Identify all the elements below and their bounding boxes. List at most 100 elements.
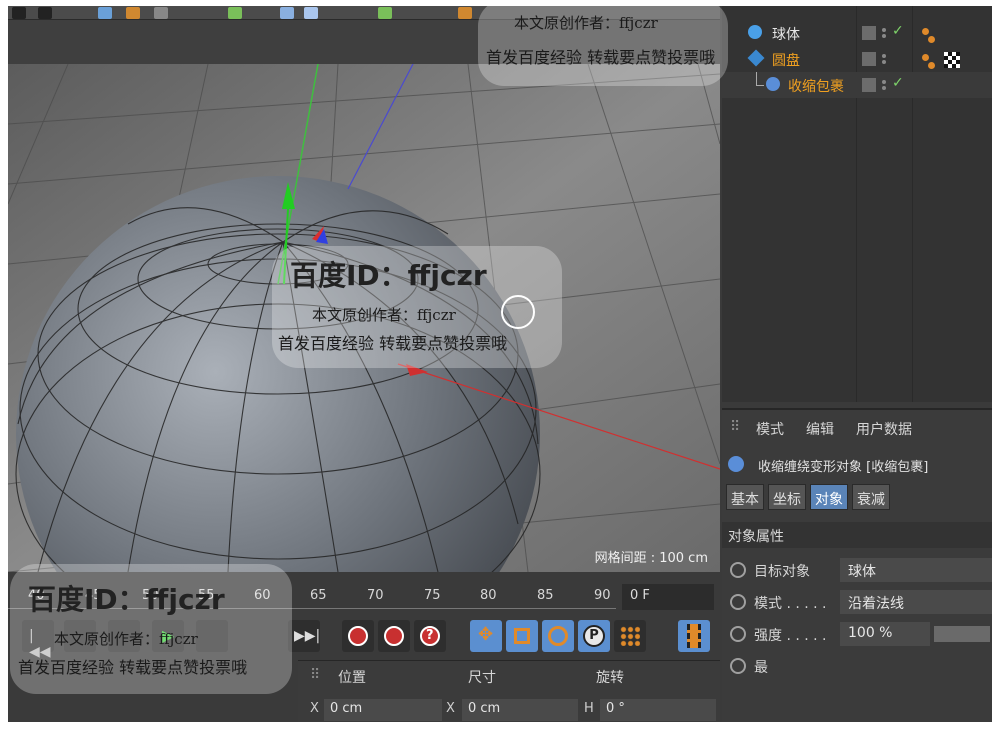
autokey-button[interactable] bbox=[378, 620, 410, 652]
strength-field[interactable]: 100 % bbox=[840, 622, 930, 646]
watermark-notice: 首发百度经验 转载要点赞投票哦 bbox=[18, 658, 248, 677]
rotate-tool-button[interactable] bbox=[542, 620, 574, 652]
watermark: 本文原创作者：ffjczr 首发百度经验 转载要点赞投票哦 bbox=[478, 0, 728, 86]
prop-strength: 强度 . . . . . 100 % bbox=[722, 620, 992, 648]
tool-icon[interactable] bbox=[280, 7, 294, 19]
tool-icon[interactable] bbox=[378, 7, 392, 19]
visibility-dots-icon[interactable] bbox=[882, 52, 886, 66]
watermark-id: 百度ID：ffjczr bbox=[290, 259, 487, 292]
prop-max: 最 bbox=[722, 652, 992, 680]
sphere-icon bbox=[748, 25, 762, 39]
watermark-notice: 首发百度经验 转载要点赞投票哦 bbox=[486, 48, 716, 67]
tool-icon[interactable] bbox=[126, 7, 140, 19]
axis-label: X bbox=[310, 701, 319, 716]
x-size-field[interactable]: 0 cm bbox=[462, 699, 578, 721]
mode-dropdown[interactable]: 沿着法线 bbox=[840, 590, 992, 614]
grip-icon: ⠿ bbox=[310, 667, 321, 683]
watermark-id: 百度ID：ffjczr bbox=[28, 583, 225, 616]
material-tag-icon bbox=[928, 36, 935, 43]
grid-spacing-label: 网格间距 : 100 cm bbox=[594, 551, 708, 566]
visibility-dots-icon[interactable] bbox=[882, 78, 886, 92]
target-object-field[interactable]: 球体 bbox=[840, 558, 992, 582]
watermark: 百度ID：ffjczr 本文原创作者：ffjczr 首发百度经验 转载要点赞投票… bbox=[10, 564, 292, 694]
prop-target: 目标对象 球体 bbox=[722, 556, 992, 584]
layer-icon[interactable] bbox=[862, 78, 876, 92]
tree-line bbox=[756, 72, 764, 86]
animate-radio[interactable] bbox=[730, 594, 746, 610]
scale-tool-button[interactable] bbox=[506, 620, 538, 652]
timeline-tick: 70 bbox=[367, 588, 384, 603]
menu-user-data[interactable]: 用户数据 bbox=[856, 419, 912, 439]
object-row-disc[interactable]: 圆盘 bbox=[722, 46, 992, 72]
tool-icon[interactable] bbox=[154, 7, 168, 19]
object-name: 收缩包裹 bbox=[788, 79, 844, 95]
object-manager: 球体 ✓ 圆盘 收缩包裹 ✓ bbox=[722, 6, 992, 402]
tool-icon[interactable] bbox=[228, 7, 242, 19]
object-row-shrinkwrap[interactable]: 收缩包裹 ✓ bbox=[722, 72, 992, 98]
watermark: 百度ID：ffjczr 本文原创作者：ffjczr 首发百度经验 转载要点赞投票… bbox=[272, 246, 562, 368]
point-level-button[interactable] bbox=[614, 620, 646, 652]
enabled-check-icon[interactable]: ✓ bbox=[892, 23, 904, 39]
go-to-end-button[interactable]: ▶▶| bbox=[288, 620, 320, 652]
tab-coord[interactable]: 坐标 bbox=[768, 484, 806, 510]
x-position-field[interactable]: 0 cm bbox=[324, 699, 442, 721]
object-title-row: 收缩缠绕变形对象 [收缩包裹] bbox=[722, 450, 992, 478]
timeline-film-button[interactable] bbox=[678, 620, 710, 652]
timeline-tick: 75 bbox=[424, 588, 441, 603]
object-title: 收缩缠绕变形对象 [收缩包裹] bbox=[758, 460, 929, 475]
header-position: 位置 bbox=[338, 670, 366, 686]
axis-label: H bbox=[584, 701, 594, 716]
keyframe-selection-button[interactable]: ? bbox=[414, 620, 446, 652]
record-keys-button[interactable] bbox=[342, 620, 374, 652]
param-key-button[interactable]: P bbox=[578, 620, 610, 652]
timeline-tick: 85 bbox=[537, 588, 554, 603]
animate-radio[interactable] bbox=[730, 562, 746, 578]
menu-edit[interactable]: 编辑 bbox=[806, 419, 834, 439]
header-size: 尺寸 bbox=[468, 670, 496, 686]
layer-icon[interactable] bbox=[862, 52, 876, 66]
strength-slider[interactable] bbox=[934, 626, 990, 642]
disc-icon bbox=[747, 49, 765, 67]
current-frame-field[interactable]: 0 F bbox=[622, 584, 714, 610]
tool-icon[interactable] bbox=[38, 7, 52, 19]
object-name: 圆盘 bbox=[772, 53, 800, 69]
shrinkwrap-icon bbox=[766, 77, 780, 91]
material-tag-icon[interactable] bbox=[922, 28, 929, 35]
watermark-author: 本文原创作者：ffjczr bbox=[54, 630, 198, 648]
menu-mode[interactable]: 模式 bbox=[756, 419, 784, 439]
watermark-author: 本文原创作者：ffjczr bbox=[312, 306, 456, 324]
object-name: 球体 bbox=[772, 27, 800, 43]
timeline-tick: 80 bbox=[480, 588, 497, 603]
attribute-manager: ⠿ 模式 编辑 用户数据 收缩缠绕变形对象 [收缩包裹] 基本 坐标 对象 衰减… bbox=[722, 408, 992, 722]
tool-icon[interactable] bbox=[12, 7, 26, 19]
checker-texture-icon[interactable] bbox=[944, 52, 960, 68]
object-row-sphere[interactable]: 球体 ✓ bbox=[722, 20, 992, 46]
animate-radio[interactable] bbox=[730, 658, 746, 674]
prop-mode: 模式 . . . . . 沿着法线 bbox=[722, 588, 992, 616]
move-tool-button[interactable]: ✥ bbox=[470, 620, 502, 652]
watermark-author: 本文原创作者：ffjczr bbox=[514, 14, 658, 32]
grip-icon: ⠿ bbox=[730, 419, 741, 435]
material-tag-icon[interactable] bbox=[922, 54, 929, 61]
prop-label: 最 bbox=[754, 660, 768, 676]
prop-label: 强度 . . . . . bbox=[754, 628, 827, 644]
visibility-dots-icon[interactable] bbox=[882, 26, 886, 40]
header-rotation: 旋转 bbox=[596, 670, 624, 686]
prop-label: 目标对象 bbox=[754, 564, 810, 580]
attribute-menubar: ⠿ 模式 编辑 用户数据 bbox=[722, 410, 992, 444]
tool-icon[interactable] bbox=[458, 7, 472, 19]
timeline-tick: 90 bbox=[594, 588, 611, 603]
h-rotation-field[interactable]: 0 ° bbox=[600, 699, 716, 721]
tab-basic[interactable]: 基本 bbox=[726, 484, 764, 510]
tab-falloff[interactable]: 衰减 bbox=[852, 484, 890, 510]
section-object-properties: 对象属性 bbox=[722, 522, 992, 548]
axis-label: X bbox=[446, 701, 455, 716]
watermark-notice: 首发百度经验 转载要点赞投票哦 bbox=[278, 334, 508, 353]
tab-object[interactable]: 对象 bbox=[810, 484, 848, 510]
tool-icon[interactable] bbox=[304, 7, 318, 19]
tool-icon[interactable] bbox=[98, 7, 112, 19]
enabled-check-icon[interactable]: ✓ bbox=[892, 75, 904, 91]
layer-icon[interactable] bbox=[862, 26, 876, 40]
animate-radio[interactable] bbox=[730, 626, 746, 642]
material-tag-icon bbox=[928, 62, 935, 69]
